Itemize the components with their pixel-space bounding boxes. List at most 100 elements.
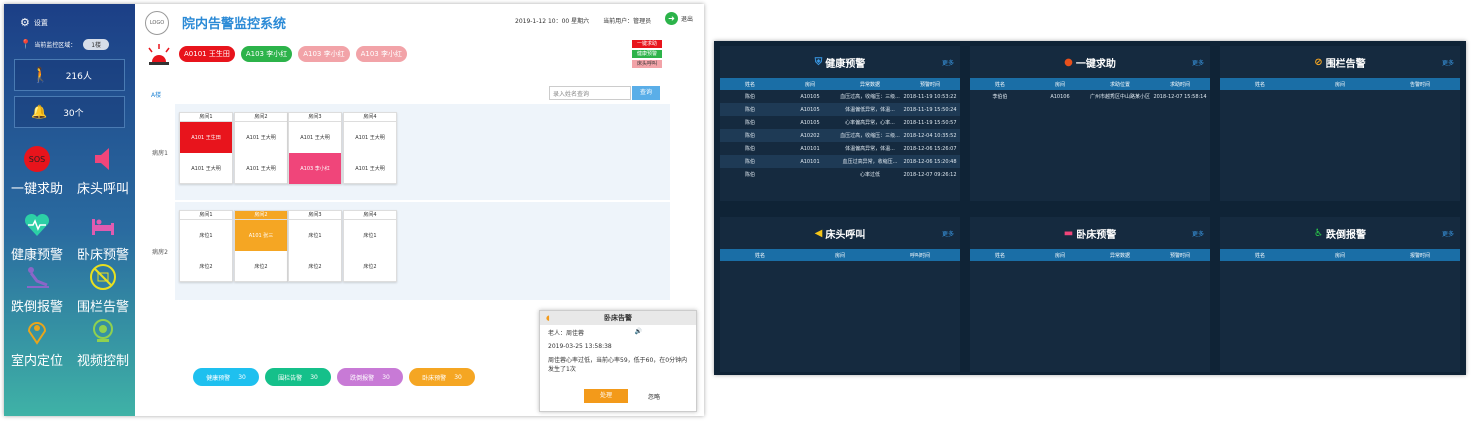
alarm-chip[interactable]: A103 李小红 [355, 46, 407, 62]
table-row[interactable]: 陈伯 A10101 体温偏高异常，体温... 2018-12-06 15:26:07 [720, 142, 960, 155]
room-card[interactable]: 房间4 床位1 床位2 [343, 210, 397, 282]
popup-time: 2019-03-25 13:58:38 [548, 343, 612, 350]
bed-slot[interactable]: 床位1 [289, 220, 341, 251]
table-row[interactable]: 陈伯 A10105 体温偏低异常，体温... 2018-11-19 15:50:24 [720, 103, 960, 116]
bell-icon: 🔔 [31, 104, 48, 120]
bed-slot[interactable]: A101 王生田 [180, 122, 232, 153]
sidebar-item-indoor-location[interactable]: 室内定位 [4, 316, 70, 369]
more-link[interactable]: 更多 [942, 229, 954, 238]
bed-slot[interactable]: A101 王大明 [344, 122, 396, 153]
room-card[interactable]: 房间1 床位1 床位2 [179, 210, 233, 282]
bed-slot[interactable]: A103 李小红 [289, 153, 341, 184]
bed-slot[interactable]: 床位2 [344, 251, 396, 282]
more-link[interactable]: 更多 [1442, 58, 1454, 67]
table-row[interactable]: 陈伯 心率过低 2018-12-07 09:26:12 [720, 168, 960, 181]
column-header: 姓名 [754, 252, 765, 259]
more-link[interactable]: 更多 [1442, 229, 1454, 238]
table-header: 姓名 房间 异常数据 预警时间 [720, 78, 960, 90]
room-card[interactable]: 房间3 床位1 床位2 [288, 210, 342, 282]
bed-slot[interactable]: A101 王大明 [289, 122, 341, 153]
location-value[interactable]: 1楼 [83, 39, 110, 50]
fence-alert-button[interactable]: 围栏告警 30 [265, 368, 331, 386]
room-card[interactable]: 房间4 A101 王大明 A101 王大明 [343, 112, 397, 184]
exit-button[interactable]: ➜ 退出 [665, 12, 693, 25]
panel-title-text: 跌倒报警 [1325, 229, 1366, 241]
bed-slot[interactable]: 床位2 [289, 251, 341, 282]
stats-buttons: 健康预警 30 围栏告警 30 跌倒报警 30 卧床预警 30 [193, 368, 475, 386]
sidebar-item-bed[interactable]: 卧床预警 [70, 210, 136, 263]
table-row[interactable]: 李伯伯 A10106 广州市越秀区中山路某小区... 2018-12-07 15:58… [970, 90, 1210, 103]
room-name: 房间1 [180, 113, 232, 122]
fall-icon [22, 262, 52, 292]
fence-icon: ⊘ [1314, 56, 1323, 68]
room-card[interactable]: 房间1 A101 王生田 A101 王大明 [179, 112, 233, 184]
popup-title: 卧床告警 [604, 314, 632, 322]
sidebar-item-fall[interactable]: 跌倒报警 [4, 262, 70, 315]
table-cell: 2018-11-19 10:53:22 [903, 93, 957, 100]
gear-icon: ⚙ [20, 16, 30, 29]
sidebar-item-sos[interactable]: SOS 一键求助 [4, 144, 70, 197]
bed-slot[interactable]: 床位2 [235, 251, 287, 282]
location-selector[interactable]: 📍 当前监控区域： 1楼 [4, 29, 135, 50]
bed-slot[interactable]: A101 王大明 [235, 153, 287, 184]
popup-message: 周佳蓉心率过低，当前心率59，低于60，在0分钟内发生了1次 [548, 357, 688, 373]
button-label: 跌倒报警 [350, 374, 375, 382]
legend-item: 健康预警 [632, 50, 662, 58]
sidebar-item-label: 一键求助 [10, 182, 63, 197]
search-button[interactable]: 查询 [632, 86, 660, 100]
table-row[interactable]: 陈伯 A10105 血压过高，收缩压：三级... 2018-11-19 10:53:2… [720, 90, 960, 103]
bed-slot[interactable]: 床位2 [180, 251, 232, 282]
table-cell: 血压过高异常，收缩压... [842, 159, 898, 165]
bed-alert-button[interactable]: 卧床预警 30 [409, 368, 475, 386]
table-row[interactable]: 陈伯 A10101 血压过高异常，收缩压... 2018-12-06 15:20:48 [720, 155, 960, 168]
sidebar-item-video[interactable]: 视频控制 [70, 316, 136, 369]
more-link[interactable]: 更多 [1192, 229, 1204, 238]
fall-alert-button[interactable]: 跌倒报警 30 [337, 368, 403, 386]
column-header: 姓名 [994, 252, 1005, 259]
more-link[interactable]: 更多 [942, 58, 954, 67]
table-cell: A10101 [800, 145, 820, 152]
arrow-right-icon: ➜ [665, 12, 678, 25]
datetime: 2019-1-12 10：00 星期六 [515, 18, 590, 25]
bed-slot[interactable]: A101 王大明 [235, 122, 287, 153]
alarm-chip[interactable]: A103 李小红 [240, 46, 293, 62]
dashboard-panel: ⊘ 围栏告警 更多 姓名 房间 告警时间 [1220, 46, 1460, 201]
sidebar-item-fence[interactable]: 围栏告警 [70, 262, 136, 315]
table-header: 姓名 房间 报警时间 [1220, 249, 1460, 261]
bed-slot[interactable]: 床位1 [180, 220, 232, 251]
more-link[interactable]: 更多 [1192, 58, 1204, 67]
tab-floor[interactable]: A楼 [151, 90, 161, 99]
room-card[interactable]: 房间2 A101 王大明 A101 王大明 [234, 112, 288, 184]
dashboard-panel: ◀ 床头呼叫 更多 姓名 房间 呼叫时间 [720, 217, 960, 372]
room-card[interactable]: 房间2 A101 张三 床位2 [234, 210, 288, 282]
health-alert-button[interactable]: 健康预警 30 [193, 368, 259, 386]
bed-slot[interactable]: A101 王大明 [344, 153, 396, 184]
room-card[interactable]: 房间3 A101 王大明 A103 李小红 [288, 112, 342, 184]
table-cell: 李伯伯 [992, 94, 1008, 100]
ignore-button[interactable]: 忽略 [648, 392, 660, 401]
table-cell: 血压过高，收缩压：三级... [840, 94, 900, 100]
table-cell: A10105 [800, 119, 820, 126]
settings-link[interactable]: ⚙ 设置 [4, 4, 135, 29]
alert-count: 30个 [63, 108, 84, 119]
bed-slot[interactable]: 床位1 [344, 220, 396, 251]
table-row[interactable]: 陈伯 A10202 血压过高，收缩压：三级... 2018-12-04 10:35:5… [720, 129, 960, 142]
table-cell: 2018-11-19 15:50:57 [903, 119, 957, 126]
alert-popup: ◖ 卧床告警 老人：周佳蓉 🔊 2019-03-25 13:58:38 周佳蓉心… [539, 310, 697, 412]
alarm-chip[interactable]: A103 李小红 [298, 46, 350, 62]
bed-slot[interactable]: A101 张三 [235, 220, 287, 251]
handle-button[interactable]: 处理 [584, 389, 628, 403]
monitor-window: ⚙ 设置 📍 当前监控区域： 1楼 🚶 216人 🔔 30个 SOS 一键求助 … [4, 4, 704, 416]
current-user: 当前用户：管理员 [603, 18, 652, 25]
sidebar-item-health[interactable]: 健康预警 [4, 210, 70, 263]
panel-title-text: 床头呼叫 [825, 229, 866, 241]
bed-slot[interactable]: A101 王大明 [180, 153, 232, 184]
search-input[interactable]: 录入姓名查询 [549, 86, 631, 100]
sidebar-item-bedside-call[interactable]: 床头呼叫 [70, 144, 136, 197]
column-header: 房间 [1054, 81, 1065, 88]
table-row[interactable]: 陈伯 A10105 心率偏高异常，心率... 2018-11-19 15:50:57 [720, 116, 960, 129]
table-cell: 陈伯 [744, 146, 755, 152]
alarm-chip[interactable]: A0101 王生田 [179, 46, 235, 62]
speaker-icon[interactable]: 🔊 [635, 328, 642, 337]
dashboard-panel: ♿ 跌倒报警 更多 姓名 房间 报警时间 [1220, 217, 1460, 372]
